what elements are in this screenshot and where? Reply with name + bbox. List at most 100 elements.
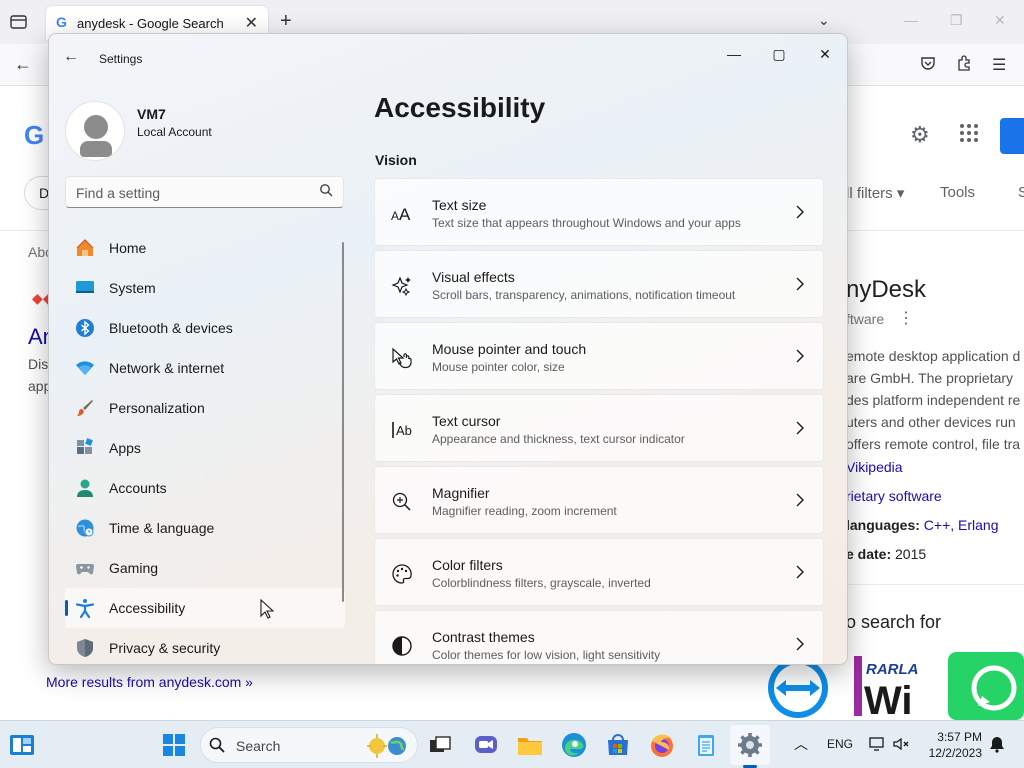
magnifier-card[interactable]: Magnifier Magnifier reading, zoom increm… [374, 466, 824, 534]
more-options-icon[interactable]: ⋮ [898, 308, 914, 328]
text-size-card[interactable]: AA Text size Text size that appears thro… [374, 178, 824, 246]
wikipedia-link[interactable]: Vikipedia [846, 459, 903, 475]
extensions-icon[interactable] [956, 55, 972, 71]
sidebar-item-network[interactable]: Network & internet [65, 348, 345, 388]
google-logo[interactable]: G [24, 120, 44, 151]
account-icon [77, 479, 93, 497]
shield-icon [77, 639, 93, 657]
settings-search-box[interactable] [65, 176, 344, 208]
chevron-right-icon [796, 349, 804, 363]
chat-icon[interactable] [472, 731, 500, 759]
language-indicator[interactable]: ENG [827, 737, 853, 751]
settings-nav: Home System Bluetooth & devices Network … [65, 228, 345, 664]
whatsapp-thumbnail-icon[interactable] [948, 652, 1024, 720]
start-icon[interactable] [160, 731, 188, 759]
maximize-icon[interactable]: ▢ [756, 40, 802, 70]
new-tab-button[interactable]: + [280, 10, 292, 33]
text-cursor-icon: Ab [392, 422, 412, 438]
sidebar-item-accounts[interactable]: Accounts [65, 468, 345, 508]
google-favicon-icon: G [56, 14, 67, 30]
taskbar: Search ︿ ENG 3:57 PM 12/2/2023 [0, 720, 1024, 768]
google-tab-fragment[interactable]: S [1018, 184, 1024, 201]
languages-fact: languages: C++, Erlang [846, 517, 999, 533]
knowledge-panel-desc: uters and other devices run [846, 414, 1016, 430]
chevron-right-icon [796, 565, 804, 579]
sidebar-item-accessibility[interactable]: Accessibility [65, 588, 345, 628]
section-title-vision: Vision [375, 152, 417, 168]
sidebar-item-time-language[interactable]: Time & language [65, 508, 345, 548]
svg-text:Wi: Wi [864, 679, 913, 720]
sidebar-item-bluetooth[interactable]: Bluetooth & devices [65, 308, 345, 348]
more-results-link[interactable]: More results from anydesk.com » [46, 674, 253, 690]
mouse-cursor-icon [260, 599, 274, 619]
task-view-icon[interactable] [426, 731, 454, 759]
winrar-thumbnail-icon[interactable]: RARLAWi [852, 652, 938, 720]
google-settings-icon[interactable]: ⚙ [910, 122, 930, 148]
minimize-icon[interactable]: — [711, 40, 757, 70]
globe-clock-icon [76, 519, 94, 537]
widgets-icon[interactable] [8, 731, 36, 759]
chevron-right-icon [796, 493, 804, 507]
tab-close-icon[interactable]: ✕ [245, 13, 258, 33]
selection-indicator [65, 600, 68, 616]
wifi-icon [76, 361, 94, 375]
text-size-icon: AA [391, 205, 411, 224]
sidebar-item-home[interactable]: Home [65, 228, 345, 268]
edge-icon[interactable] [560, 731, 588, 759]
browser-back-icon[interactable]: ← [14, 54, 32, 75]
file-explorer-icon[interactable] [516, 731, 544, 759]
browser-close-icon[interactable]: ✕ [994, 12, 1006, 29]
knowledge-panel-title: nyDesk [846, 276, 927, 303]
clock[interactable]: 3:57 PM 12/2/2023 [920, 729, 982, 761]
avatar[interactable] [65, 101, 125, 161]
svg-text:A: A [391, 209, 399, 223]
knowledge-panel-desc: emote desktop application d [846, 348, 1021, 364]
google-apps-icon[interactable] [958, 122, 980, 144]
tray-overflow-chevron-icon[interactable]: ︿ [794, 734, 808, 754]
firefox-icon[interactable] [648, 731, 676, 759]
people-also-search-heading: o search for [846, 612, 942, 632]
brush-icon [77, 400, 93, 416]
visual-effects-card[interactable]: Visual effects Scroll bars, transparency… [374, 250, 824, 318]
browser-minimize-icon[interactable]: — [904, 12, 918, 28]
svg-text:Ab: Ab [396, 423, 412, 438]
settings-window-title: Settings [99, 52, 143, 66]
tools-button[interactable]: Tools [940, 184, 975, 201]
nav-scrollbar[interactable] [342, 242, 344, 602]
sidebar-item-gaming[interactable]: Gaming [65, 548, 345, 588]
search-icon[interactable] [319, 183, 333, 197]
taskbar-search[interactable]: Search [200, 727, 418, 763]
settings-back-icon[interactable]: ← [63, 48, 79, 66]
tabs-dropdown-icon[interactable]: ⌄ [818, 12, 830, 29]
text-cursor-card[interactable]: Ab Text cursor Appearance and thickness,… [374, 394, 824, 462]
google-signin-button[interactable] [1000, 118, 1024, 154]
sidebar-item-personalization[interactable]: Personalization [65, 388, 345, 428]
sidebar-item-system[interactable]: System [65, 268, 345, 308]
volume-muted-icon[interactable] [892, 735, 910, 753]
page-title: Accessibility [374, 92, 546, 123]
chevron-right-icon [796, 637, 804, 651]
knowledge-panel-desc: are GmbH. The proprietary [846, 370, 1014, 386]
store-icon[interactable] [604, 731, 632, 759]
release-date-fact: e date: 2015 [846, 546, 927, 562]
settings-gear-icon[interactable] [736, 731, 764, 759]
mouse-pointer-card[interactable]: Mouse pointer and touch Mouse pointer co… [374, 322, 824, 390]
browser-maximize-icon[interactable]: ❐ [950, 12, 963, 29]
color-filters-card[interactable]: Color filters Colorblindness filters, gr… [374, 538, 824, 606]
sidebar-item-apps[interactable]: Apps [65, 428, 345, 468]
magnifier-icon [392, 492, 411, 511]
sidebar-item-privacy[interactable]: Privacy & security [65, 628, 345, 664]
contrast-themes-card[interactable]: Contrast themes Color themes for low vis… [374, 610, 824, 664]
browser-menu-icon[interactable]: ☰ [992, 55, 1006, 75]
search-input[interactable] [76, 183, 306, 203]
proprietary-software-link[interactable]: rietary software [846, 488, 942, 504]
bluetooth-icon [76, 319, 94, 337]
close-icon[interactable]: ✕ [802, 40, 847, 70]
pocket-icon[interactable] [920, 55, 936, 71]
notepad-icon[interactable] [692, 731, 720, 759]
tab-list-icon[interactable] [8, 12, 30, 32]
network-tray-icon[interactable] [868, 735, 886, 753]
all-filters-dropdown[interactable]: ll filters ▾ [846, 184, 904, 202]
accessibility-icon [75, 599, 95, 618]
notification-bell-icon[interactable] [988, 735, 1006, 753]
